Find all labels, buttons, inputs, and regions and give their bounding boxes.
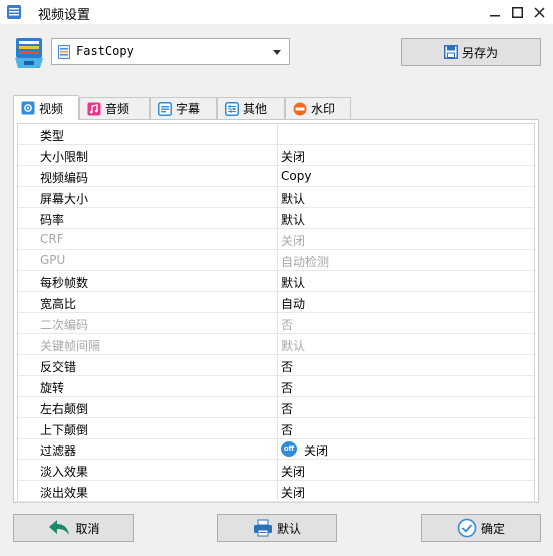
property-key: 淡出效果 [40, 486, 89, 500]
property-value: Copy [281, 169, 312, 183]
property-row[interactable]: 每秒帧数 默认 [18, 271, 534, 292]
property-key: 码率 [40, 213, 65, 227]
property-value: 关闭 [281, 234, 306, 248]
close-button[interactable] [528, 0, 550, 24]
property-value: 否 [281, 381, 294, 395]
property-key: CRF [40, 232, 64, 246]
maximize-icon [511, 6, 523, 18]
property-row[interactable]: 屏幕大小 默认 [18, 187, 534, 208]
chevron-down-icon [273, 50, 281, 55]
property-key: 类型 [40, 129, 65, 143]
save-as-button[interactable]: 另存为 [401, 38, 541, 66]
property-key: 大小限制 [40, 150, 89, 164]
property-row[interactable]: 左右颠倒 否 [18, 397, 534, 418]
property-value: 自动 [281, 297, 306, 311]
property-grid[interactable]: 类型 大小限制 关闭 视频编码 Copy 屏幕大小 默认 码率 默认 CRF 关闭 GPU… [17, 123, 535, 503]
minimize-button[interactable] [484, 0, 506, 24]
window-title: 视频设置 [38, 8, 91, 23]
app-icon [7, 5, 21, 19]
default-button[interactable]: 默认 [217, 514, 337, 542]
property-value: 默认 [281, 192, 306, 206]
cancel-button[interactable]: 取消 [13, 514, 134, 542]
save-icon [443, 45, 458, 59]
property-value: 自动检测 [281, 255, 330, 269]
maximize-button[interactable] [506, 0, 528, 24]
property-key: 每秒帧数 [40, 276, 89, 290]
preset-value: FastCopy [76, 44, 134, 58]
property-value: 关闭 [281, 486, 306, 500]
ok-label: 确定 [480, 521, 505, 536]
tab-watermark[interactable]: 水印 [285, 97, 351, 119]
property-row[interactable]: 淡入效果 关闭 [18, 460, 534, 481]
property-row: GPU 自动检测 [18, 250, 534, 271]
tab-watermark-label: 水印 [311, 102, 336, 116]
property-row: CRF 关闭 [18, 229, 534, 250]
tab-audio-label: 音频 [105, 102, 130, 116]
property-value: 关闭 [304, 444, 329, 458]
property-value: 否 [281, 423, 294, 437]
property-value: 关闭 [281, 150, 306, 164]
format-factory-logo-icon [15, 38, 43, 68]
new-badge-icon [293, 102, 307, 115]
property-value: 否 [281, 402, 294, 416]
property-value: 默认 [281, 276, 306, 290]
back-arrow-icon [49, 520, 70, 535]
property-row[interactable]: 大小限制 关闭 [18, 145, 534, 166]
preset-icon [58, 45, 70, 59]
music-icon [87, 102, 101, 115]
subtitle-icon [158, 101, 172, 116]
property-row[interactable]: 上下颠倒 否 [18, 418, 534, 439]
default-label: 默认 [276, 521, 301, 536]
tab-audio[interactable]: 音频 [79, 97, 150, 119]
property-row: 关键帧间隔 默认 [18, 334, 534, 355]
property-row[interactable]: 过滤器 off 关闭 [18, 439, 534, 460]
property-key: 反交错 [40, 360, 77, 374]
property-value: 默认 [281, 339, 306, 353]
property-row[interactable]: 码率 默认 [18, 208, 534, 229]
property-value: 关闭 [281, 465, 306, 479]
preset-dropdown[interactable]: FastCopy [51, 38, 290, 65]
property-row[interactable]: 类型 [18, 124, 534, 145]
minimize-icon [490, 15, 500, 17]
property-key: 宽高比 [40, 297, 77, 311]
property-key: 关键帧间隔 [40, 339, 101, 353]
tab-other[interactable]: 其他 [217, 97, 285, 119]
property-value: 否 [281, 318, 294, 332]
property-key: 旋转 [40, 381, 65, 395]
property-row[interactable]: 视频编码 Copy [18, 166, 534, 187]
close-icon [533, 6, 545, 18]
tab-subtitle-label: 字幕 [176, 102, 201, 116]
tab-subtitle[interactable]: 字幕 [150, 97, 217, 119]
video-icon [21, 101, 35, 115]
title-bar: 视频设置 [0, 0, 553, 24]
printer-icon [253, 519, 272, 537]
property-key: 屏幕大小 [40, 192, 89, 206]
checkmark-icon [457, 518, 477, 538]
tab-video-label: 视频 [39, 101, 64, 116]
property-value: 默认 [281, 213, 306, 227]
property-key: 上下颠倒 [40, 423, 89, 437]
property-row[interactable]: 旋转 否 [18, 376, 534, 397]
settings-icon [225, 101, 239, 116]
property-row: 二次编码 否 [18, 313, 534, 334]
property-key: 视频编码 [40, 171, 89, 185]
filter-off-icon: off [281, 441, 297, 457]
cancel-label: 取消 [75, 521, 100, 536]
property-key: GPU [40, 253, 66, 267]
property-row[interactable]: 宽高比 自动 [18, 292, 534, 313]
property-key: 淡入效果 [40, 465, 89, 479]
property-key: 二次编码 [40, 318, 89, 332]
tab-video[interactable]: 视频 [13, 95, 79, 120]
tab-other-label: 其他 [243, 102, 268, 116]
property-row[interactable]: 反交错 否 [18, 355, 534, 376]
property-value: 否 [281, 360, 294, 374]
property-key: 过滤器 [40, 444, 77, 458]
property-key: 左右颠倒 [40, 402, 89, 416]
video-settings-panel: 类型 大小限制 关闭 视频编码 Copy 屏幕大小 默认 码率 默认 CRF 关闭 GPU… [13, 119, 539, 503]
save-as-label: 另存为 [461, 45, 498, 60]
property-row[interactable]: 淡出效果 关闭 [18, 481, 534, 502]
ok-button[interactable]: 确定 [421, 514, 541, 542]
